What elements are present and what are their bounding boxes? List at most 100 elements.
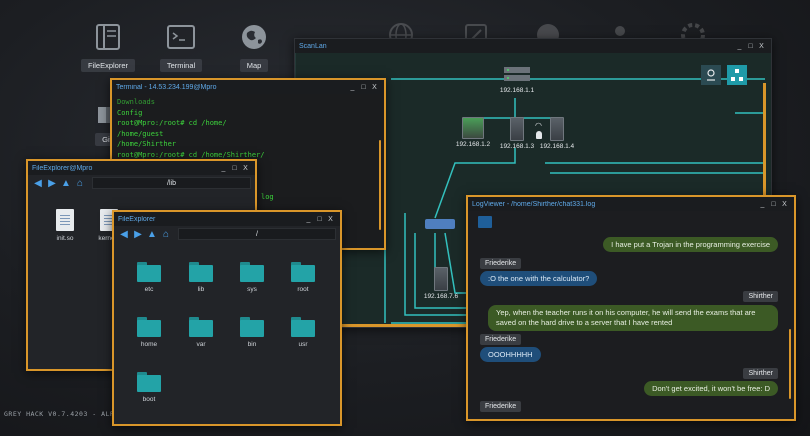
file-explorer-titlebar[interactable]: FileExplorer@Mpro _ □ X: [28, 161, 255, 175]
router-ip: 192.168.1.1: [499, 87, 535, 94]
folder-name: lib: [197, 286, 205, 293]
folder-item[interactable]: sys: [231, 262, 273, 293]
wifi-icon: ◠: [535, 121, 542, 130]
file-item[interactable]: init.so: [44, 209, 86, 242]
logviewer-window[interactable]: LogViewer - /home/Shirther/chat331.log _…: [466, 195, 796, 421]
open-folder-icon[interactable]: [478, 216, 492, 228]
terminal-line: Downloads: [117, 98, 155, 106]
chat-message: Yep, when the teacher runs it on his com…: [488, 305, 778, 331]
folder-name: var: [196, 341, 206, 348]
scanlan-titlebar[interactable]: ScanLan _ □ X: [295, 39, 771, 53]
host-node[interactable]: 192.168.1.3: [499, 117, 535, 150]
terminal-scrollbar[interactable]: [379, 140, 381, 230]
folder-name: sys: [247, 286, 257, 293]
folder-item[interactable]: etc: [128, 262, 170, 293]
sender-name: Shirther: [743, 291, 778, 302]
minimize-button[interactable]: _: [757, 201, 768, 208]
folder-icon: [240, 317, 264, 337]
back-icon[interactable]: ◀: [32, 177, 44, 189]
window-title: LogViewer - /home/Shirther/chat331.log: [472, 200, 596, 208]
forward-icon[interactable]: ▶: [46, 177, 58, 189]
window-title: FileExplorer: [118, 215, 156, 223]
router-icon: [504, 67, 530, 81]
server-icon: [550, 117, 564, 141]
close-button[interactable]: X: [756, 43, 767, 50]
file-explorer-window[interactable]: FileExplorer _ □ X ◀ ▶ ▲ ⌂ / etc lib sys…: [112, 210, 342, 426]
up-icon[interactable]: ▲: [146, 228, 158, 240]
host-node[interactable]: 192.168.7.6: [421, 267, 461, 300]
document-icon: [56, 209, 74, 231]
sender-name: Friederike: [480, 334, 522, 345]
folder-icon: [189, 262, 213, 282]
folder-item[interactable]: bin: [231, 317, 273, 348]
folder-item[interactable]: var: [180, 317, 222, 348]
window-title: Terminal - 14.53.234.199@Mpro: [116, 83, 217, 91]
map-icon: [237, 22, 271, 52]
maximize-button[interactable]: □: [229, 165, 240, 172]
host-node[interactable]: 192.168.1.2: [455, 117, 491, 148]
version-label: GREY HACK V0.7.4203 - ALPHA: [4, 410, 124, 418]
chat-message: OOOHHHHH: [480, 347, 541, 362]
maximize-button[interactable]: □: [768, 201, 779, 208]
folder-icon: [137, 317, 161, 337]
folder-icon: [291, 262, 315, 282]
network-tool-icon[interactable]: [727, 65, 747, 85]
switch-icon[interactable]: [425, 219, 455, 229]
file-explorer-icon: [91, 22, 125, 52]
chat-message: I have put a Trojan in the programming e…: [603, 237, 778, 252]
folder-name: usr: [298, 341, 308, 348]
file-name: init.so: [56, 235, 74, 242]
folder-item[interactable]: root: [282, 262, 324, 293]
logviewer-titlebar[interactable]: LogViewer - /home/Shirther/chat331.log _…: [468, 197, 794, 211]
back-icon[interactable]: ◀: [118, 228, 130, 240]
path-field[interactable]: /lib: [92, 177, 251, 189]
minimize-button[interactable]: _: [347, 84, 358, 91]
minimize-button[interactable]: _: [303, 216, 314, 223]
server-icon: [462, 117, 484, 139]
logviewer-scrollbar[interactable]: [789, 329, 791, 399]
terminal-titlebar[interactable]: Terminal - 14.53.234.199@Mpro _ □ X: [112, 80, 384, 94]
desktop-icon-terminal[interactable]: Terminal: [146, 22, 216, 73]
folder-name: boot: [142, 396, 156, 403]
path-field[interactable]: /: [178, 228, 336, 240]
navigation-bar: ◀ ▶ ▲ ⌂ /lib: [28, 175, 255, 191]
close-button[interactable]: X: [779, 201, 790, 208]
terminal-line: /home/Shirther: [117, 140, 177, 149]
window-title: ScanLan: [299, 42, 327, 50]
server-icon: [434, 267, 448, 291]
host-node[interactable]: 192.168.1.4: [539, 117, 575, 150]
router-node[interactable]: 192.168.1.1: [495, 65, 539, 94]
navigation-bar: ◀ ▶ ▲ ⌂ /: [114, 226, 340, 242]
desktop-icon-file-explorer[interactable]: FileExplorer: [73, 22, 143, 73]
chat-log[interactable]: I have put a Trojan in the programming e…: [468, 211, 794, 419]
folder-item[interactable]: boot: [128, 372, 170, 403]
folder-name: root: [297, 286, 309, 293]
close-button[interactable]: X: [325, 216, 336, 223]
chat-message: Don't get excited, it won't be free: D: [644, 381, 778, 396]
folder-item[interactable]: home: [128, 317, 170, 348]
terminal-line: Config: [117, 108, 143, 117]
file-explorer-titlebar[interactable]: FileExplorer _ □ X: [114, 212, 340, 226]
scan-tool-icon[interactable]: [701, 65, 721, 85]
chat-message: :O the one with the calculator?: [480, 271, 598, 286]
window-title: FileExplorer@Mpro: [32, 164, 93, 172]
up-icon[interactable]: ▲: [60, 177, 72, 189]
maximize-button[interactable]: □: [358, 84, 369, 91]
folder-name: etc: [144, 286, 154, 293]
folder-item[interactable]: usr: [282, 317, 324, 348]
home-icon[interactable]: ⌂: [74, 177, 86, 189]
close-button[interactable]: X: [240, 165, 251, 172]
folder-item[interactable]: lib: [180, 262, 222, 293]
user-icon: [536, 131, 542, 139]
forward-icon[interactable]: ▶: [132, 228, 144, 240]
desktop-icon-map[interactable]: Map: [219, 22, 289, 73]
maximize-button[interactable]: □: [314, 216, 325, 223]
minimize-button[interactable]: _: [218, 165, 229, 172]
terminal-line: root@Mpro:/root# cd /home/: [117, 119, 227, 128]
minimize-button[interactable]: _: [734, 43, 745, 50]
home-icon[interactable]: ⌂: [160, 228, 172, 240]
folder-icon: [189, 317, 213, 337]
close-button[interactable]: X: [369, 84, 380, 91]
maximize-button[interactable]: □: [745, 43, 756, 50]
desktop-icon-label: FileExplorer: [80, 59, 135, 72]
